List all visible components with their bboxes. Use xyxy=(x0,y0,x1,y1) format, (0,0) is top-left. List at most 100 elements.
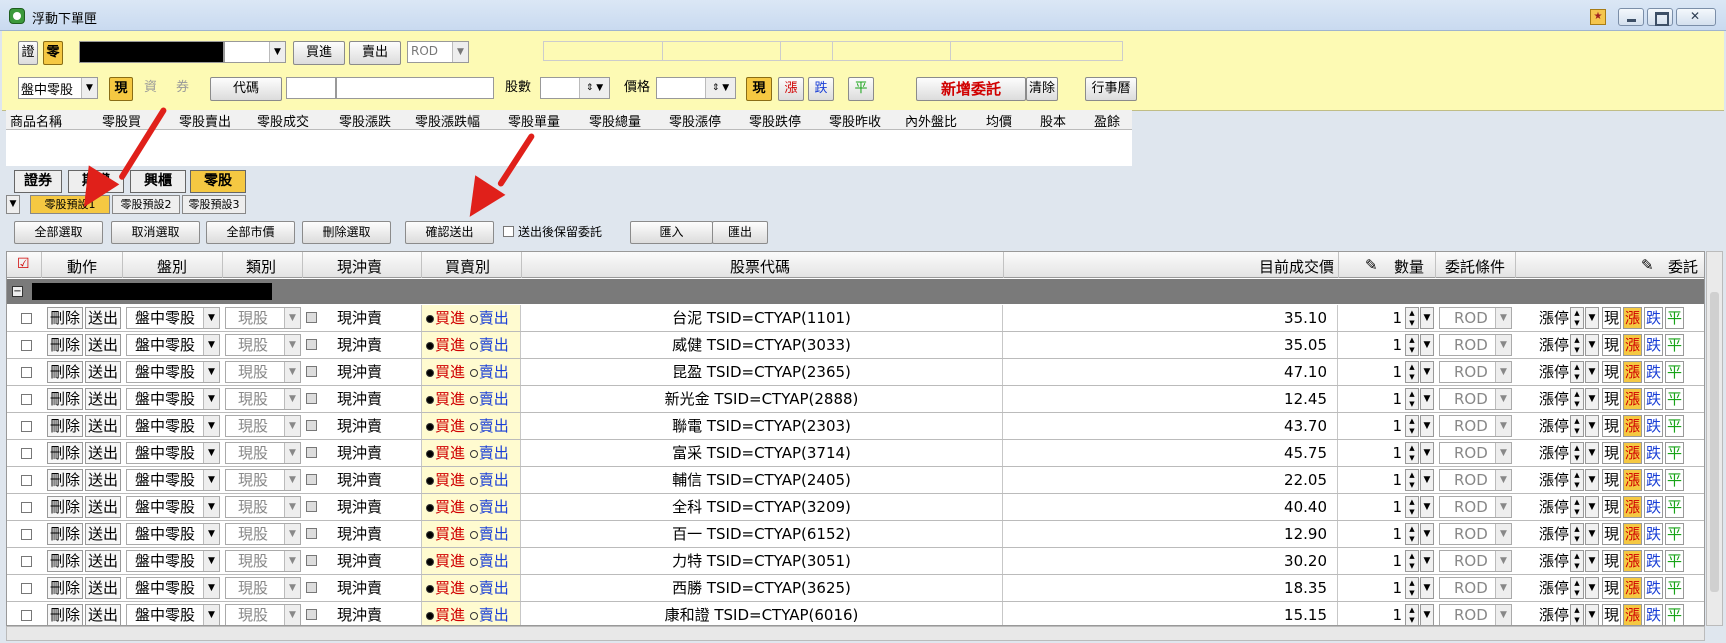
row-cash-button[interactable]: 現 xyxy=(1602,523,1621,545)
session-select[interactable]: 盤中零股 ▼ xyxy=(18,77,98,99)
send-row-button[interactable]: 送出 xyxy=(85,388,121,410)
row-limit-down-button[interactable]: 跌 xyxy=(1644,469,1663,491)
row-cash-button[interactable]: 現 xyxy=(1602,361,1621,383)
day-trade-checkbox[interactable] xyxy=(306,528,317,539)
row-flat-button[interactable]: 平 xyxy=(1665,496,1684,518)
delete-row-button[interactable]: 刪除 xyxy=(47,388,83,410)
price-flat-button[interactable]: 平 xyxy=(848,77,874,101)
buy-radio[interactable] xyxy=(426,314,434,323)
order-row[interactable]: 刪除 送出 盤中零股 ▼ 現股 ▼ 現沖賣 買進 賣出 台泥 TSID=CTYAP(… xyxy=(7,305,1704,332)
row-session-select[interactable]: 盤中零股 ▼ xyxy=(126,469,220,491)
row-limit-up-button[interactable]: 漲 xyxy=(1623,361,1642,383)
tab-emerging[interactable]: 興櫃 xyxy=(130,170,186,193)
row-cash-button[interactable]: 現 xyxy=(1602,388,1621,410)
chevron-down-icon[interactable]: ▼ xyxy=(1585,496,1599,518)
clear-button[interactable]: 清除 xyxy=(1026,77,1058,101)
row-checkbox[interactable] xyxy=(21,394,32,405)
row-limit-up-button[interactable]: 漲 xyxy=(1623,307,1642,329)
row-flat-button[interactable]: 平 xyxy=(1665,334,1684,356)
row-limit-down-button[interactable]: 跌 xyxy=(1644,415,1663,437)
side-radio-group[interactable]: 買進 賣出 xyxy=(421,494,521,520)
sell-radio[interactable] xyxy=(469,449,478,458)
row-flat-button[interactable]: 平 xyxy=(1665,307,1684,329)
row-condition-select[interactable]: ROD ▼ xyxy=(1439,469,1512,491)
chevron-down-icon[interactable]: ▼ xyxy=(1585,334,1599,356)
price-spinner-icon[interactable]: ▲ ▼ xyxy=(1570,604,1584,625)
send-row-button[interactable]: 送出 xyxy=(85,550,121,572)
short-button[interactable]: 券 xyxy=(176,77,189,99)
tab-odd-lot[interactable]: 零股 xyxy=(190,170,246,193)
sell-radio[interactable] xyxy=(469,476,478,485)
price-limit-up-button[interactable]: 漲 xyxy=(778,77,804,101)
buy-radio[interactable] xyxy=(426,476,434,485)
row-flat-button[interactable]: 平 xyxy=(1665,604,1684,625)
row-session-select[interactable]: 盤中零股 ▼ xyxy=(126,604,220,625)
price-spinner-icon[interactable]: ▲ ▼ xyxy=(1570,496,1584,518)
buy-radio[interactable] xyxy=(426,341,434,350)
row-condition-select[interactable]: ROD ▼ xyxy=(1439,442,1512,464)
row-limit-up-button[interactable]: 漲 xyxy=(1623,469,1642,491)
delete-row-button[interactable]: 刪除 xyxy=(47,550,83,572)
send-row-button[interactable]: 送出 xyxy=(85,361,121,383)
row-flat-button[interactable]: 平 xyxy=(1665,469,1684,491)
row-limit-down-button[interactable]: 跌 xyxy=(1644,334,1663,356)
row-type-select[interactable]: 現股 ▼ xyxy=(225,469,301,491)
side-radio-group[interactable]: 買進 賣出 xyxy=(421,602,521,625)
delete-row-button[interactable]: 刪除 xyxy=(47,523,83,545)
qty-spinner-icon[interactable]: ▲ ▼ xyxy=(1405,496,1419,518)
row-condition-select[interactable]: ROD ▼ xyxy=(1439,307,1512,329)
sell-radio[interactable] xyxy=(469,395,478,404)
sell-radio[interactable] xyxy=(469,503,478,512)
account-group-row[interactable]: − xyxy=(7,279,1704,304)
chevron-down-icon[interactable]: ▼ xyxy=(1420,550,1434,572)
price-limit-down-button[interactable]: 跌 xyxy=(808,77,834,101)
row-limit-down-button[interactable]: 跌 xyxy=(1644,496,1663,518)
price-spinner-icon[interactable]: ▲ ▼ xyxy=(1570,334,1584,356)
market-all-button[interactable]: 全部市價 xyxy=(206,221,295,244)
order-row[interactable]: 刪除 送出 盤中零股 ▼ 現股 ▼ 現沖賣 買進 賣出 全科 TSID=CTYAP(… xyxy=(7,494,1704,521)
side-radio-group[interactable]: 買進 賣出 xyxy=(421,467,521,493)
row-limit-down-button[interactable]: 跌 xyxy=(1644,577,1663,599)
row-cash-button[interactable]: 現 xyxy=(1602,469,1621,491)
qty-spinner-icon[interactable]: ▲ ▼ xyxy=(1405,523,1419,545)
delete-row-button[interactable]: 刪除 xyxy=(47,415,83,437)
row-limit-up-button[interactable]: 漲 xyxy=(1623,442,1642,464)
row-type-select[interactable]: 現股 ▼ xyxy=(225,577,301,599)
row-condition-select[interactable]: ROD ▼ xyxy=(1439,361,1512,383)
delete-selected-button[interactable]: 刪除選取 xyxy=(302,221,391,244)
day-trade-checkbox[interactable] xyxy=(306,366,317,377)
row-type-select[interactable]: 現股 ▼ xyxy=(225,334,301,356)
tab-securities[interactable]: 證券 xyxy=(14,170,62,193)
row-type-select[interactable]: 現股 ▼ xyxy=(225,550,301,572)
order-row[interactable]: 刪除 送出 盤中零股 ▼ 現股 ▼ 現沖賣 買進 賣出 力特 TSID=CTYAP(… xyxy=(7,548,1704,575)
row-session-select[interactable]: 盤中零股 ▼ xyxy=(126,442,220,464)
import-button[interactable]: 匯入 xyxy=(630,221,713,244)
row-cash-button[interactable]: 現 xyxy=(1602,577,1621,599)
sell-button[interactable]: 賣出 xyxy=(349,41,401,65)
delete-row-button[interactable]: 刪除 xyxy=(47,334,83,356)
delete-row-button[interactable]: 刪除 xyxy=(47,604,83,625)
delete-row-button[interactable]: 刪除 xyxy=(47,307,83,329)
delete-row-button[interactable]: 刪除 xyxy=(47,361,83,383)
row-session-select[interactable]: 盤中零股 ▼ xyxy=(126,496,220,518)
row-condition-select[interactable]: ROD ▼ xyxy=(1439,604,1512,625)
deselect-button[interactable]: 取消選取 xyxy=(111,221,200,244)
row-type-select[interactable]: 現股 ▼ xyxy=(225,496,301,518)
row-checkbox[interactable] xyxy=(21,448,32,459)
code-button[interactable]: 代碼 xyxy=(210,77,282,101)
sell-radio[interactable] xyxy=(469,341,478,350)
sell-radio[interactable] xyxy=(469,422,478,431)
chevron-down-icon[interactable]: ▼ xyxy=(1585,361,1599,383)
row-checkbox[interactable] xyxy=(21,421,32,432)
qty-spinner-icon[interactable]: ▲ ▼ xyxy=(1405,550,1419,572)
day-trade-checkbox[interactable] xyxy=(306,474,317,485)
row-flat-button[interactable]: 平 xyxy=(1665,442,1684,464)
order-row[interactable]: 刪除 送出 盤中零股 ▼ 現股 ▼ 現沖賣 買進 賣出 昆盈 TSID=CTYAP(… xyxy=(7,359,1704,386)
chevron-down-icon[interactable]: ▼ xyxy=(1420,523,1434,545)
collapse-icon[interactable]: − xyxy=(12,286,23,297)
row-session-select[interactable]: 盤中零股 ▼ xyxy=(126,361,220,383)
price-spinner-icon[interactable]: ▲ ▼ xyxy=(1570,307,1584,329)
row-cash-button[interactable]: 現 xyxy=(1602,334,1621,356)
check-all-icon[interactable]: ☑ xyxy=(17,256,30,272)
row-flat-button[interactable]: 平 xyxy=(1665,388,1684,410)
